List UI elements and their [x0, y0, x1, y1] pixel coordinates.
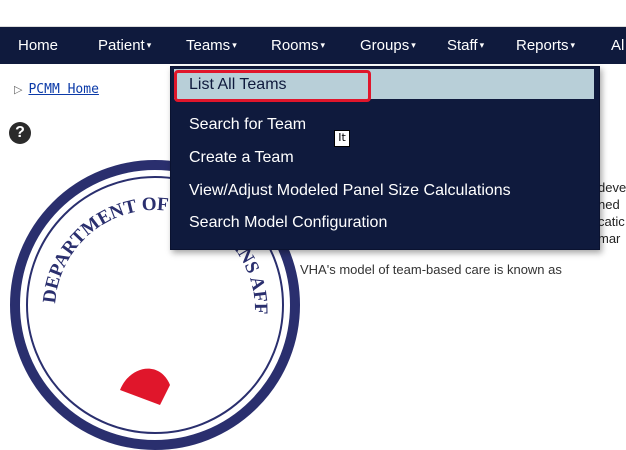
chevron-down-icon: ▾	[232, 40, 237, 50]
nav-reports-label: Reports	[516, 37, 569, 54]
chevron-down-icon: ▾	[570, 40, 576, 50]
nav-home-label: Home	[18, 37, 59, 54]
chevron-down-icon: ▾	[320, 40, 326, 50]
chevron-down-icon: ▾	[411, 40, 416, 50]
nav-reports[interactable]: Reports ▾	[516, 27, 575, 64]
nav-patient[interactable]: Patient ▾	[98, 27, 151, 64]
chevron-down-icon: ▾	[479, 40, 485, 50]
body-text-line: mar	[598, 231, 621, 246]
menu-item-create-team[interactable]: Create a Team	[189, 145, 294, 171]
chevron-down-icon: ▾	[146, 40, 152, 50]
nav-rooms[interactable]: Rooms ▾	[271, 27, 325, 64]
triangle-right-icon: ▷	[14, 83, 23, 96]
nav-rooms-label: Rooms	[271, 37, 319, 54]
text-cursor-icon: It	[334, 130, 350, 147]
nav-teams-label: Teams	[186, 37, 231, 54]
menu-item-search-for-team[interactable]: Search for Team	[189, 112, 306, 138]
nav-patient-label: Patient	[98, 37, 145, 54]
menu-item-list-all-teams[interactable]: List All Teams	[189, 72, 287, 98]
teams-dropdown-menu: List All Teams Search for Team Create a …	[170, 66, 600, 250]
nav-groups-label: Groups	[360, 37, 410, 54]
nav-staff[interactable]: Staff ▾	[447, 27, 484, 64]
nav-admin-label: Al	[611, 37, 625, 54]
body-text-line: deve	[598, 180, 626, 195]
nav-teams[interactable]: Teams ▾	[186, 27, 237, 64]
nav-admin[interactable]: Al	[611, 27, 624, 64]
question-mark-icon[interactable]: ?	[9, 122, 31, 144]
main-navbar: Home Patient ▾ Teams ▾ Rooms ▾ Groups ▾ Staf…	[0, 27, 626, 64]
nav-staff-label: Staff	[447, 37, 478, 54]
breadcrumb: ▷ PCMM Home	[14, 82, 99, 97]
pcmm-home-link[interactable]: PCMM Home	[28, 82, 98, 97]
nav-home[interactable]: Home	[18, 27, 58, 64]
body-text-line: ned	[598, 197, 620, 212]
menu-item-search-model-config[interactable]: Search Model Configuration	[189, 210, 387, 236]
menu-item-view-adjust-panel-size[interactable]: View/Adjust Modeled Panel Size Calculati…	[189, 178, 511, 204]
nav-groups[interactable]: Groups ▾	[360, 27, 416, 64]
body-text-line: catic	[598, 214, 625, 229]
top-header-strip	[0, 0, 626, 27]
